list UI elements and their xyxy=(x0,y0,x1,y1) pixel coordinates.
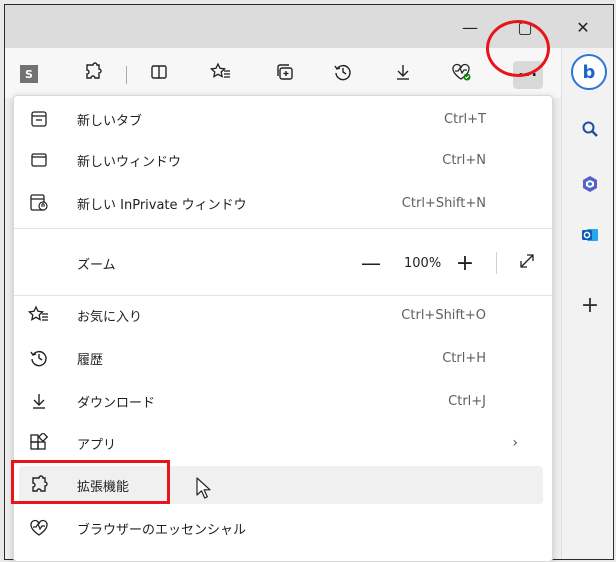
menu-divider xyxy=(14,228,552,229)
favorites-icon xyxy=(209,62,232,86)
extensions-highlight xyxy=(11,460,170,504)
menu-item-browser-essentials[interactable]: ブラウザーのエッセンシャル xyxy=(19,509,543,547)
search-icon xyxy=(581,120,599,142)
history-icon xyxy=(333,62,353,86)
menu-item-favorites[interactable]: お気に入り Ctrl+Shift+O xyxy=(19,296,543,334)
extensions-icon xyxy=(83,62,103,86)
toolbar-separator xyxy=(126,66,127,84)
more-button-highlight xyxy=(486,20,550,77)
downloads-icon xyxy=(28,390,50,412)
apps-icon xyxy=(28,432,50,454)
sidebar-add-button[interactable]: + xyxy=(578,292,602,318)
downloads-toolbar-button[interactable] xyxy=(388,60,418,88)
inprivate-icon xyxy=(28,192,50,214)
menu-item-zoom: ズーム — 100% + xyxy=(19,244,543,282)
zoom-separator xyxy=(496,252,497,274)
outlook-icon xyxy=(580,225,600,249)
browser-essentials-toolbar-button[interactable] xyxy=(447,60,477,88)
chevron-right-icon: › xyxy=(512,435,518,451)
menu-item-new-window[interactable]: 新しいウィンドウ Ctrl+N xyxy=(19,141,543,179)
bing-icon: b xyxy=(582,61,596,83)
fullscreen-icon xyxy=(517,251,537,275)
menu-item-new-tab[interactable]: 新しいタブ Ctrl+T xyxy=(19,100,543,138)
zoom-in-button[interactable]: + xyxy=(453,251,477,276)
history-icon xyxy=(28,347,50,369)
plus-icon: + xyxy=(580,292,600,318)
split-screen-icon xyxy=(149,62,169,86)
mouse-cursor-icon xyxy=(196,477,214,501)
favorites-icon xyxy=(28,304,50,326)
new-tab-icon xyxy=(28,108,50,130)
sidebar-search-button[interactable] xyxy=(578,119,602,143)
downloads-icon xyxy=(393,62,413,86)
browser-essentials-icon xyxy=(28,517,50,539)
collections-icon xyxy=(275,62,295,86)
new-window-icon xyxy=(28,149,50,171)
favorites-toolbar-button[interactable] xyxy=(206,60,236,88)
split-screen-button[interactable] xyxy=(144,60,174,88)
menu-item-apps[interactable]: アプリ › xyxy=(19,424,543,462)
bing-chat-button[interactable]: b xyxy=(571,54,607,90)
menu-item-new-inprivate[interactable]: 新しい InPrivate ウィンドウ Ctrl+Shift+N xyxy=(19,184,543,222)
sidebar: b + xyxy=(561,48,613,559)
extensions-toolbar-button[interactable] xyxy=(78,60,108,88)
fullscreen-button[interactable] xyxy=(516,252,538,274)
close-button[interactable]: ✕ xyxy=(563,13,603,41)
collections-button[interactable] xyxy=(270,60,300,88)
zoom-out-button[interactable]: — xyxy=(359,251,383,275)
browser-essentials-icon xyxy=(451,62,473,86)
sidebar-outlook-button[interactable] xyxy=(578,225,602,249)
menu-item-downloads[interactable]: ダウンロード Ctrl+J xyxy=(19,382,543,420)
profile-button[interactable]: S xyxy=(20,65,38,83)
zoom-level: 100% xyxy=(404,255,442,271)
history-toolbar-button[interactable] xyxy=(328,60,358,88)
menu-item-history[interactable]: 履歴 Ctrl+H xyxy=(19,339,543,377)
office-icon xyxy=(580,174,600,198)
sidebar-office-button[interactable] xyxy=(578,174,602,198)
minimize-button[interactable]: — xyxy=(450,13,490,41)
